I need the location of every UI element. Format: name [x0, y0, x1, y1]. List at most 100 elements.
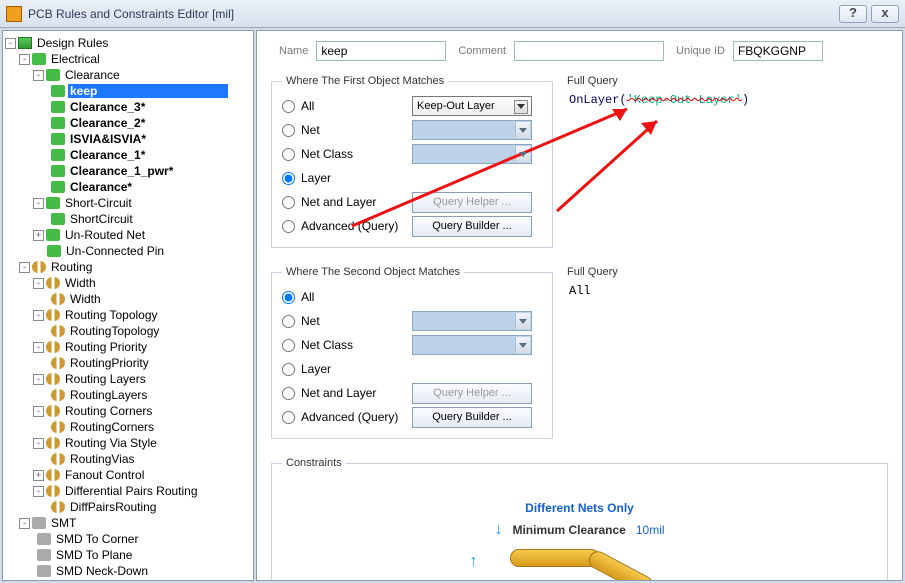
m1-netlayer-radio[interactable]	[282, 196, 295, 209]
second-match-group: Where The Second Object Matches All Net …	[271, 266, 553, 439]
m2-net-radio[interactable]	[282, 315, 295, 328]
tree-keep[interactable]: keep	[68, 84, 228, 98]
expander-icon[interactable]: -	[33, 438, 44, 449]
tree-item[interactable]: Un-Routed Net	[63, 228, 147, 242]
expander-icon[interactable]: -	[33, 278, 44, 289]
m2-advanced-radio[interactable]	[282, 411, 295, 424]
tree-item[interactable]: ShortCircuit	[68, 212, 135, 226]
help-button[interactable]: ?	[839, 5, 867, 23]
tree-item[interactable]: Fanout Control	[63, 468, 146, 482]
expander-icon[interactable]: -	[19, 54, 30, 65]
m2-all-label[interactable]: All	[301, 290, 314, 304]
m1-advanced-radio[interactable]	[282, 220, 295, 233]
expander-icon[interactable]: -	[33, 374, 44, 385]
m1-advanced-label[interactable]: Advanced (Query)	[301, 219, 398, 233]
expander-icon[interactable]: -	[33, 70, 44, 81]
rule-icon	[46, 277, 60, 289]
tree-root[interactable]: Design Rules	[35, 36, 110, 50]
m2-netclass-combo[interactable]	[412, 335, 532, 355]
tree-item[interactable]: Clearance_2*	[68, 116, 147, 130]
expander-icon[interactable]: -	[19, 518, 30, 529]
expander-icon[interactable]: -	[5, 38, 16, 49]
tree-item[interactable]: Clearance*	[68, 180, 134, 194]
constraints-legend: Constraints	[282, 457, 346, 469]
m2-netlayer-radio[interactable]	[282, 387, 295, 400]
expander-icon[interactable]: +	[33, 230, 44, 241]
tree-mask[interactable]: Mask	[49, 580, 82, 581]
comment-input[interactable]	[514, 41, 664, 61]
m1-layer-radio[interactable]	[282, 172, 295, 185]
track-icon	[585, 548, 655, 581]
tree-item[interactable]: RoutingVias	[68, 452, 137, 466]
m1-layer-combo[interactable]: Keep-Out Layer	[412, 96, 532, 116]
tree-item[interactable]: Routing Priority	[63, 340, 149, 354]
m2-netlayer-label[interactable]: Net and Layer	[301, 386, 376, 400]
tree-item[interactable]: SMD To Plane	[54, 548, 134, 562]
m2-netclass-label[interactable]: Net Class	[301, 338, 353, 352]
tree-item[interactable]: SMD To Corner	[54, 532, 140, 546]
tree-item[interactable]: RoutingPriority	[68, 356, 151, 370]
expander-icon[interactable]: -	[33, 310, 44, 321]
expander-icon[interactable]: +	[33, 470, 44, 481]
m2-layer-label[interactable]: Layer	[301, 362, 331, 376]
rule-editor: Name Comment Unique ID Where The First O…	[256, 30, 903, 581]
m2-query-builder-button[interactable]: Query Builder ...	[412, 407, 532, 428]
tree-item[interactable]: RoutingLayers	[68, 388, 149, 402]
tree-smt[interactable]: SMT	[49, 516, 78, 530]
tree-item[interactable]: Clearance_1*	[68, 148, 147, 162]
m1-netclass-label[interactable]: Net Class	[301, 147, 353, 161]
tree-item[interactable]: Routing Topology	[63, 308, 160, 322]
tree-item[interactable]: RoutingTopology	[68, 324, 161, 338]
tree-electrical[interactable]: Electrical	[49, 52, 102, 66]
rule-icon	[37, 533, 51, 545]
tree-item[interactable]: SMD Neck-Down	[54, 564, 150, 578]
tree-item[interactable]: RoutingCorners	[68, 420, 156, 434]
m1-net-combo[interactable]	[412, 120, 532, 140]
tree-item[interactable]: Width	[68, 292, 103, 306]
m1-net-radio[interactable]	[282, 124, 295, 137]
expander-icon[interactable]: -	[33, 342, 44, 353]
tree-item[interactable]: Clearance_3*	[68, 100, 147, 114]
dimension-arrow-icon: ↓	[494, 521, 502, 539]
min-clearance-value[interactable]: 10mil	[636, 523, 665, 537]
tree-item[interactable]: Short-Circuit	[63, 196, 134, 210]
m2-netclass-radio[interactable]	[282, 339, 295, 352]
tree-clearance[interactable]: Clearance	[63, 68, 122, 82]
tree-item[interactable]: Differential Pairs Routing	[63, 484, 200, 498]
tree-item[interactable]: Routing Via Style	[63, 436, 159, 450]
tree-item[interactable]: Routing Corners	[63, 404, 154, 418]
m2-net-combo[interactable]	[412, 311, 532, 331]
m1-all-label[interactable]: All	[301, 99, 314, 113]
expander-icon[interactable]: -	[33, 406, 44, 417]
m1-netclass-radio[interactable]	[282, 148, 295, 161]
m1-netclass-combo[interactable]	[412, 144, 532, 164]
rule-icon	[46, 405, 60, 417]
tree-item[interactable]: Un-Connected Pin	[64, 244, 166, 258]
m1-netlayer-label[interactable]: Net and Layer	[301, 195, 376, 209]
m2-layer-radio[interactable]	[282, 363, 295, 376]
category-icon	[32, 261, 46, 273]
window-title: PCB Rules and Constraints Editor [mil]	[28, 7, 835, 21]
tree-item[interactable]: Clearance_1_pwr*	[68, 164, 175, 178]
rule-icon	[51, 213, 65, 225]
expander-icon[interactable]: -	[33, 486, 44, 497]
m2-net-label[interactable]: Net	[301, 314, 320, 328]
tree-item[interactable]: DiffPairsRouting	[68, 500, 158, 514]
m1-net-label[interactable]: Net	[301, 123, 320, 137]
rule-icon	[46, 469, 60, 481]
tree-item[interactable]: ISVIA&ISVIA*	[68, 132, 148, 146]
close-button[interactable]: x	[871, 5, 899, 23]
m1-query-builder-button[interactable]: Query Builder ...	[412, 216, 532, 237]
rules-tree[interactable]: -Design Rules -Electrical -Clearance kee…	[2, 30, 254, 581]
rule-icon	[51, 101, 65, 113]
tree-routing[interactable]: Routing	[49, 260, 94, 274]
name-input[interactable]	[316, 41, 446, 61]
m2-advanced-label[interactable]: Advanced (Query)	[301, 410, 398, 424]
expander-icon[interactable]: -	[19, 262, 30, 273]
m1-layer-label[interactable]: Layer	[301, 171, 331, 185]
expander-icon[interactable]: -	[33, 198, 44, 209]
m2-all-radio[interactable]	[282, 291, 295, 304]
tree-item[interactable]: Routing Layers	[63, 372, 148, 386]
tree-item[interactable]: Width	[63, 276, 98, 290]
m1-all-radio[interactable]	[282, 100, 295, 113]
